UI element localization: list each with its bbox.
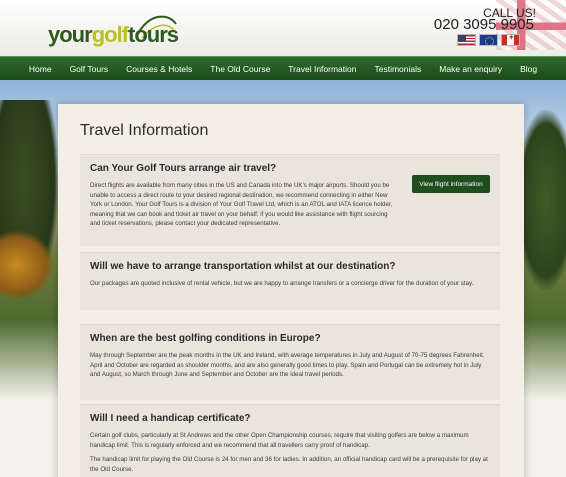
nav-make-enquiry[interactable]: Make an enquiry [430, 64, 511, 74]
content-card: Travel Information Can Your Golf Tours a… [58, 104, 524, 477]
faq-transportation: Will we have to arrange transportation w… [80, 252, 500, 310]
logo-wordmark: yourgolftours [48, 22, 179, 47]
faq-golfing-conditions: When are the best golfing conditions in … [80, 324, 500, 400]
faq-answer: Our packages are quoted inclusive of ren… [90, 280, 474, 287]
faq-question: Can Your Golf Tours arrange air travel? [90, 163, 277, 174]
country-flags [457, 33, 520, 46]
nav-blog[interactable]: Blog [511, 64, 546, 74]
faq-answer: Direct flights are available from many c… [90, 182, 393, 228]
faq-question: When are the best golfing conditions in … [90, 333, 321, 344]
view-flight-information-button[interactable]: View flight information [412, 175, 490, 193]
faq-answer: Certain golf clubs, particularly at St A… [90, 432, 469, 449]
nav-old-course[interactable]: The Old Course [201, 64, 279, 74]
faq-question: Will I need a handicap certificate? [90, 413, 251, 424]
site-header: yourgolftours CALL US! 020 3095 9905 [0, 0, 566, 56]
nav-testimonials[interactable]: Testimonials [365, 64, 430, 74]
hero-gorse-bush [0, 230, 55, 300]
eu-flag-icon[interactable] [479, 34, 498, 46]
us-flag-icon[interactable] [457, 34, 476, 46]
nav-home[interactable]: Home [20, 64, 61, 74]
page-title: Travel Information [80, 122, 209, 139]
faq-question: Will we have to arrange transportation w… [90, 261, 396, 272]
canada-flag-icon[interactable] [501, 33, 520, 46]
nav-travel-information[interactable]: Travel Information [279, 64, 365, 74]
nav-golf-tours[interactable]: Golf Tours [61, 64, 118, 74]
faq-handicap-certificate: Will I need a handicap certificate? Cert… [80, 404, 500, 477]
main-nav: Home Golf Tours Courses & Hotels The Old… [0, 56, 566, 80]
site-logo[interactable]: yourgolftours [48, 12, 179, 47]
faq-answer: The handicap limit for playing the Old C… [90, 456, 488, 473]
faq-air-travel: Can Your Golf Tours arrange air travel? … [80, 154, 500, 246]
faq-answer: May through September are the peak month… [90, 352, 485, 379]
phone-number[interactable]: 020 3095 9905 [434, 16, 534, 33]
nav-courses-hotels[interactable]: Courses & Hotels [117, 64, 201, 74]
